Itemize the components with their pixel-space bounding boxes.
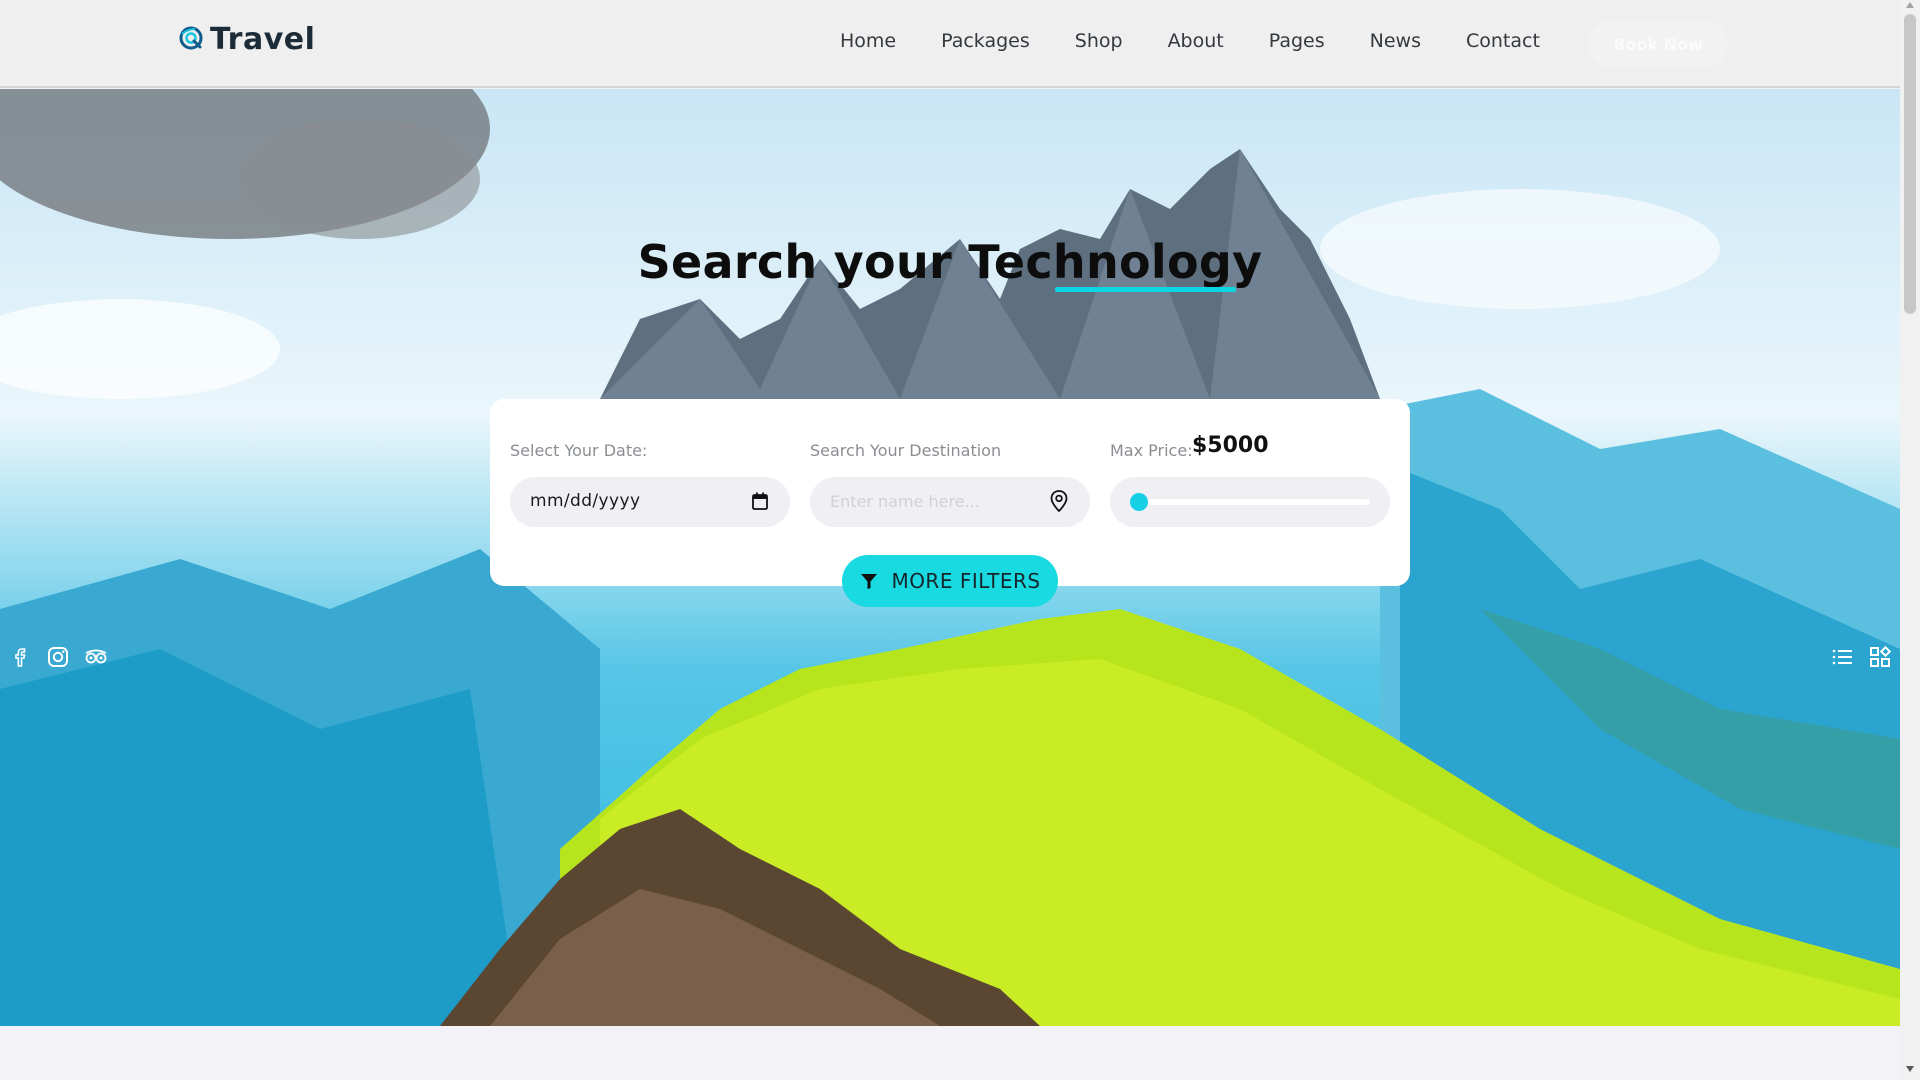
nav-about[interactable]: About (1168, 30, 1224, 52)
book-now-button[interactable]: Book Now (1588, 20, 1728, 68)
page-scrollbar[interactable] (1900, 0, 1920, 1080)
site-header: Travel Home Packages Shop About Pages Ne… (0, 0, 1900, 88)
hero-title: Search your Technology (637, 235, 1263, 289)
nav-news[interactable]: News (1370, 30, 1421, 52)
date-label: Select Your Date: (510, 441, 648, 460)
nav-packages[interactable]: Packages (941, 30, 1030, 52)
more-filters-label: MORE FILTERS (891, 569, 1041, 593)
destination-placeholder: Enter name here... (830, 492, 980, 511)
slider-track[interactable] (1130, 499, 1370, 505)
date-input[interactable]: mm/dd/yyyy (510, 477, 790, 527)
more-filters-button[interactable]: MORE FILTERS (842, 555, 1058, 607)
max-price-slider[interactable] (1110, 477, 1390, 527)
slider-thumb[interactable] (1130, 493, 1148, 511)
title-underline (1055, 287, 1236, 292)
funnel-icon (861, 574, 878, 589)
list-view-icon[interactable] (1830, 645, 1854, 669)
logo-text: Travel (210, 22, 316, 57)
location-pin-icon (1050, 490, 1068, 512)
max-price-value: $5000 (1192, 433, 1269, 458)
facebook-icon[interactable] (8, 645, 32, 669)
scroll-up-arrow[interactable] (1906, 2, 1914, 8)
nav-pages[interactable]: Pages (1269, 30, 1325, 52)
view-toggles (1830, 645, 1892, 669)
scroll-down-arrow[interactable] (1906, 1066, 1914, 1072)
hero-section: Search your Technology Select Your Date:… (0, 89, 1900, 1026)
instagram-icon[interactable] (46, 645, 70, 669)
calendar-icon[interactable] (752, 492, 768, 510)
scroll-thumb[interactable] (1904, 14, 1916, 314)
price-label: Max Price: (1110, 441, 1193, 460)
nav-shop[interactable]: Shop (1075, 30, 1123, 52)
tripadvisor-icon[interactable] (84, 645, 108, 669)
destination-input[interactable]: Enter name here... (810, 477, 1090, 527)
destination-label: Search Your Destination (810, 441, 1002, 460)
main-nav: Home Packages Shop About Pages News Cont… (840, 30, 1585, 52)
logo[interactable]: Travel (178, 22, 315, 57)
grid-view-icon[interactable] (1868, 645, 1892, 669)
date-value: mm/dd/yyyy (530, 491, 641, 511)
nav-home[interactable]: Home (840, 30, 896, 52)
nav-contact[interactable]: Contact (1466, 30, 1540, 52)
social-links (8, 645, 108, 669)
next-section-strip (0, 1026, 1900, 1080)
globe-search-icon (179, 26, 203, 49)
